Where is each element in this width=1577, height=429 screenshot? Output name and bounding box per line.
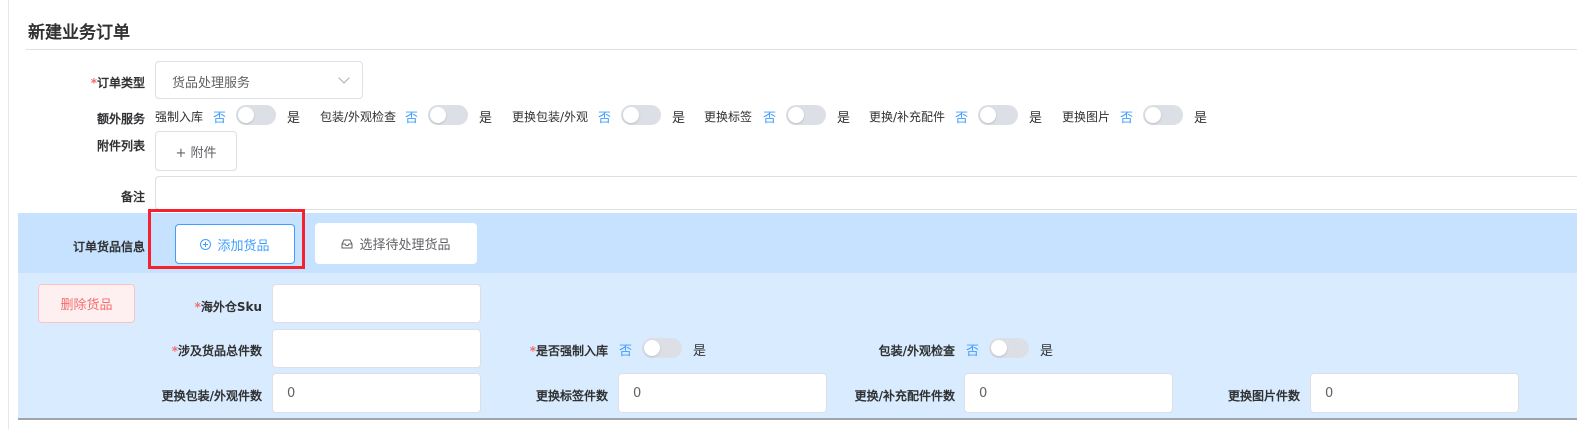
switch-yes-text: 是 bbox=[693, 344, 707, 359]
extra-service-label-replace-parts: 更换/补充配件 bbox=[869, 110, 946, 124]
replace-package-count-input[interactable]: 0 bbox=[272, 373, 481, 413]
sku-label: *海外仓Sku bbox=[194, 300, 262, 314]
replace-parts-switch[interactable] bbox=[978, 105, 1018, 125]
switch-no-text: 否 bbox=[598, 111, 612, 126]
replace-image-count-label: 更换图片件数 bbox=[1227, 389, 1300, 403]
total-count-label: *涉及货品总件数 bbox=[171, 344, 262, 358]
switch-knob bbox=[1145, 107, 1161, 123]
extra-service-label-replace-package: 更换包装/外观 bbox=[512, 110, 589, 124]
goods-package-check-switch[interactable] bbox=[989, 338, 1029, 358]
switch-no-text: 否 bbox=[955, 111, 969, 126]
select-pending-goods-button-label: 选择待处理货品 bbox=[359, 238, 451, 253]
switch-yes-text: 是 bbox=[1029, 111, 1043, 126]
switch-yes-text: 是 bbox=[479, 111, 493, 126]
switch-no-text: 否 bbox=[1120, 111, 1134, 126]
switch-no-text: 否 bbox=[763, 111, 777, 126]
switch-no-text: 否 bbox=[619, 344, 633, 359]
goods-info-label: 订单货品信息 bbox=[72, 240, 145, 254]
switch-yes-text: 是 bbox=[1040, 344, 1054, 359]
title-divider bbox=[26, 49, 1577, 50]
goods-force-storage-switch[interactable] bbox=[642, 338, 682, 358]
extra-service-label-replace-label: 更换标签 bbox=[704, 110, 753, 124]
order-type-value: 货品处理服务 bbox=[172, 76, 251, 91]
switch-yes-text: 是 bbox=[1194, 111, 1208, 126]
switch-knob bbox=[788, 107, 804, 123]
chevron-down-icon bbox=[338, 72, 350, 84]
replace-label-count-label: 更换标签件数 bbox=[535, 389, 608, 403]
switch-knob bbox=[623, 107, 639, 123]
page-title: 新建业务订单 bbox=[28, 23, 130, 43]
switch-no-text: 否 bbox=[966, 344, 980, 359]
switch-knob bbox=[238, 107, 254, 123]
package-check-label: 包装/外观检查 bbox=[878, 344, 955, 358]
switch-no-text: 否 bbox=[405, 111, 419, 126]
switch-knob bbox=[430, 107, 446, 123]
highlight-frame bbox=[148, 209, 305, 269]
replace-package-count-label: 更换包装/外观件数 bbox=[161, 389, 262, 403]
replace-image-count-input[interactable]: 0 bbox=[1310, 373, 1519, 413]
remark-label: 备注 bbox=[120, 190, 145, 204]
total-count-input[interactable] bbox=[272, 329, 481, 368]
switch-yes-text: 是 bbox=[287, 111, 301, 126]
replace-package-switch[interactable] bbox=[621, 105, 661, 125]
switch-knob bbox=[644, 340, 660, 356]
replace-label-switch[interactable] bbox=[786, 105, 826, 125]
switch-yes-text: 是 bbox=[837, 111, 851, 126]
replace-parts-count-input[interactable]: 0 bbox=[964, 373, 1173, 413]
add-attachment-button[interactable]: + 附件 bbox=[155, 131, 237, 171]
inbox-icon bbox=[341, 239, 353, 249]
force-storage-switch[interactable] bbox=[236, 105, 276, 125]
force-storage-label: *是否强制入库 bbox=[529, 344, 608, 358]
switch-no-text: 否 bbox=[213, 111, 227, 126]
goods-bottom-border bbox=[18, 418, 1577, 420]
delete-goods-button[interactable]: 删除货品 bbox=[38, 284, 135, 323]
replace-image-switch[interactable] bbox=[1143, 105, 1183, 125]
package-check-switch[interactable] bbox=[428, 105, 468, 125]
attachments-label: 附件列表 bbox=[96, 139, 145, 153]
replace-label-count-input[interactable]: 0 bbox=[618, 373, 827, 413]
extra-services-label: 额外服务 bbox=[96, 112, 145, 126]
extra-service-label-replace-image: 更换图片 bbox=[1062, 110, 1111, 124]
extra-service-label-force-storage: 强制入库 bbox=[155, 110, 204, 124]
select-pending-goods-button[interactable]: 选择待处理货品 bbox=[315, 223, 477, 264]
order-type-select[interactable]: 货品处理服务 bbox=[155, 61, 363, 99]
order-type-label: *订单类型 bbox=[90, 76, 145, 90]
remark-input[interactable] bbox=[155, 176, 1577, 210]
sku-input[interactable] bbox=[272, 284, 481, 323]
replace-parts-count-label: 更换/补充配件件数 bbox=[854, 389, 955, 403]
left-border bbox=[8, 0, 9, 429]
switch-knob bbox=[980, 107, 996, 123]
switch-knob bbox=[991, 340, 1007, 356]
extra-service-label-package-check: 包装/外观检查 bbox=[320, 110, 397, 124]
switch-yes-text: 是 bbox=[672, 111, 686, 126]
